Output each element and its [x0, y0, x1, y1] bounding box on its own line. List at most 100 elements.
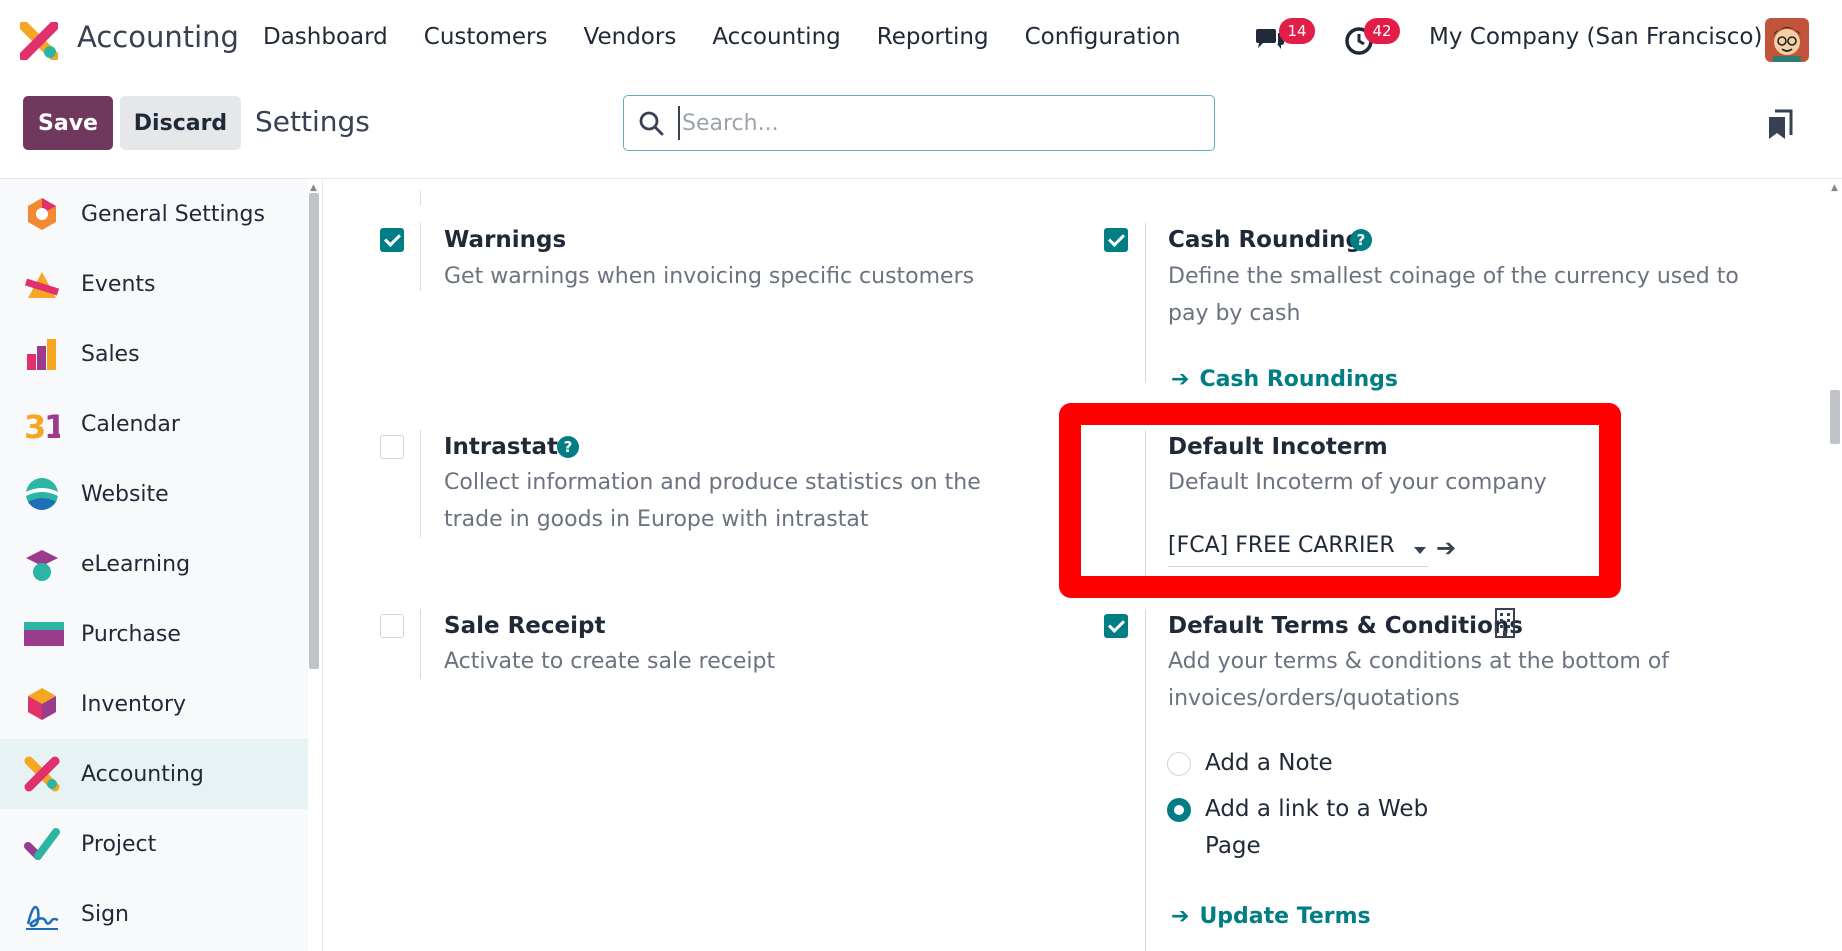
main-menu: Dashboard Customers Vendors Accounting R… [263, 24, 1217, 50]
chat-count-badge: 14 [1279, 18, 1315, 44]
content-scrollbar[interactable] [1830, 390, 1840, 444]
cash-rounding-description: Define the smallest coinage of the curre… [1168, 264, 1739, 289]
sidebar-item-elearning[interactable]: eLearning [0, 529, 308, 599]
sale-receipt-description: Activate to create sale receipt [444, 649, 776, 674]
default-terms-description-cont: invoices/orders/quotations [1168, 686, 1460, 711]
sidebar-item-website[interactable]: Website [0, 459, 308, 529]
project-icon [24, 828, 60, 860]
warnings-description: Get warnings when invoicing specific cus… [444, 264, 975, 289]
intrastat-description-cont: trade in goods in Europe with intrastat [444, 507, 869, 532]
inventory-icon [28, 688, 56, 720]
default-incoterm-description: Default Incoterm of your company [1168, 470, 1547, 495]
menu-vendors[interactable]: Vendors [584, 24, 677, 50]
warnings-title: Warnings [444, 227, 567, 253]
save-button[interactable]: Save [23, 96, 113, 150]
sidebar-item-inventory[interactable]: Inventory [0, 669, 308, 739]
sign-icon [26, 905, 59, 930]
sidebar-item-accounting[interactable]: Accounting [0, 739, 308, 809]
help-icon[interactable]: ? [1350, 229, 1372, 251]
sidebar-item-label: Inventory [81, 691, 187, 717]
default-terms-description: Add your terms & conditions at the botto… [1168, 649, 1670, 674]
sidebar-item-events[interactable]: Events [0, 249, 308, 319]
cash-roundings-link-label: Cash Roundings [1199, 367, 1399, 392]
cash-roundings-link[interactable]: ➔ Cash Roundings [1171, 367, 1398, 392]
sidebar-item-general-settings[interactable]: General Settings [0, 179, 308, 249]
menu-dashboard[interactable]: Dashboard [263, 24, 388, 50]
sidebar-scrollbar[interactable] [309, 193, 319, 669]
sidebar-item-sales[interactable]: Sales [0, 319, 308, 389]
elearning-icon [26, 550, 58, 581]
cash-rounding-checkbox[interactable] [1104, 228, 1128, 252]
user-avatar[interactable] [1765, 18, 1809, 62]
accounting-icon [24, 756, 60, 792]
add-web-link-radio[interactable] [1167, 798, 1191, 822]
add-a-note-radio[interactable] [1167, 752, 1191, 776]
default-incoterm-title: Default Incoterm [1168, 434, 1388, 460]
menu-accounting[interactable]: Accounting [712, 24, 840, 50]
bookmark-icon[interactable] [1767, 109, 1793, 141]
sidebar-item-calendar[interactable]: 3 1 Calendar [0, 389, 308, 459]
update-terms-link-label: Update Terms [1199, 904, 1371, 929]
company-switcher[interactable]: My Company (San Francisco) [1429, 24, 1762, 50]
settings-content: Warnings Get warnings when invoicing spe… [323, 179, 1828, 951]
separator [420, 430, 421, 537]
search-box [623, 95, 1215, 151]
cash-rounding-title: Cash Rounding [1168, 227, 1362, 253]
calendar-icon: 3 1 [24, 408, 60, 442]
sidebar-item-project[interactable]: Project [0, 809, 308, 879]
svg-text:3: 3 [24, 408, 46, 442]
menu-customers[interactable]: Customers [424, 24, 548, 50]
sidebar-item-label: Sign [81, 901, 129, 927]
sidebar-item-label: Accounting [81, 761, 204, 787]
default-terms-title: Default Terms & Conditions [1168, 613, 1523, 639]
general-settings-icon [28, 198, 56, 230]
default-terms-checkbox[interactable] [1104, 614, 1128, 638]
chevron-down-icon[interactable] [1414, 547, 1426, 554]
app-name[interactable]: Accounting [77, 20, 239, 54]
activity-count-badge: 42 [1364, 18, 1400, 44]
add-web-link-label-cont[interactable]: Page [1205, 828, 1261, 865]
search-input[interactable] [678, 106, 1198, 140]
menu-configuration[interactable]: Configuration [1025, 24, 1181, 50]
search-icon [639, 111, 664, 136]
website-icon [26, 478, 58, 510]
sidebar-item-label: Calendar [81, 411, 180, 437]
settings-sidebar: General Settings Events Sales 3 1 Calend… [0, 179, 308, 951]
intrastat-checkbox[interactable] [380, 435, 404, 459]
sidebar-item-label: Purchase [81, 621, 181, 647]
sidebar-item-label: Project [81, 831, 157, 857]
warnings-checkbox[interactable] [380, 228, 404, 252]
separator [420, 609, 421, 679]
content-scroll-up[interactable]: ▲ [1831, 183, 1838, 193]
separator [420, 191, 421, 205]
sales-icon [27, 339, 56, 370]
sidebar-item-sign[interactable]: Sign [0, 879, 308, 949]
separator [1145, 430, 1146, 580]
sidebar-item-label: Website [81, 481, 169, 507]
sale-receipt-checkbox[interactable] [380, 614, 404, 638]
purchase-icon [24, 622, 64, 646]
sidebar-item-label: eLearning [81, 551, 191, 577]
add-web-link-label[interactable]: Add a link to a Web [1205, 791, 1428, 828]
sidebar-item-label: General Settings [81, 201, 265, 227]
internal-link-arrow-icon[interactable]: ➔ [1436, 534, 1456, 562]
separator [420, 223, 421, 291]
sidebar-item-purchase[interactable]: Purchase [0, 599, 308, 669]
incoterm-select[interactable]: [FCA] FREE CARRIER [1168, 533, 1428, 567]
top-navbar: Accounting Dashboard Customers Vendors A… [0, 0, 1842, 80]
update-terms-link[interactable]: ➔ Update Terms [1171, 904, 1371, 929]
arrow-right-icon: ➔ [1171, 904, 1190, 929]
page-title: Settings [255, 105, 370, 138]
sidebar-scroll-up[interactable]: ▲ [310, 183, 317, 193]
discard-button[interactable]: Discard [120, 96, 241, 150]
building-icon [1495, 608, 1515, 638]
add-a-note-label[interactable]: Add a Note [1205, 745, 1333, 782]
separator [1145, 609, 1146, 951]
svg-text:1: 1 [44, 408, 60, 442]
menu-reporting[interactable]: Reporting [877, 24, 989, 50]
accounting-app-icon[interactable] [20, 22, 58, 60]
help-icon[interactable]: ? [557, 436, 579, 458]
incoterm-select-value: [FCA] FREE CARRIER [1168, 533, 1395, 558]
intrastat-description: Collect information and produce statisti… [444, 470, 981, 495]
sidebar-item-label: Sales [81, 341, 140, 367]
